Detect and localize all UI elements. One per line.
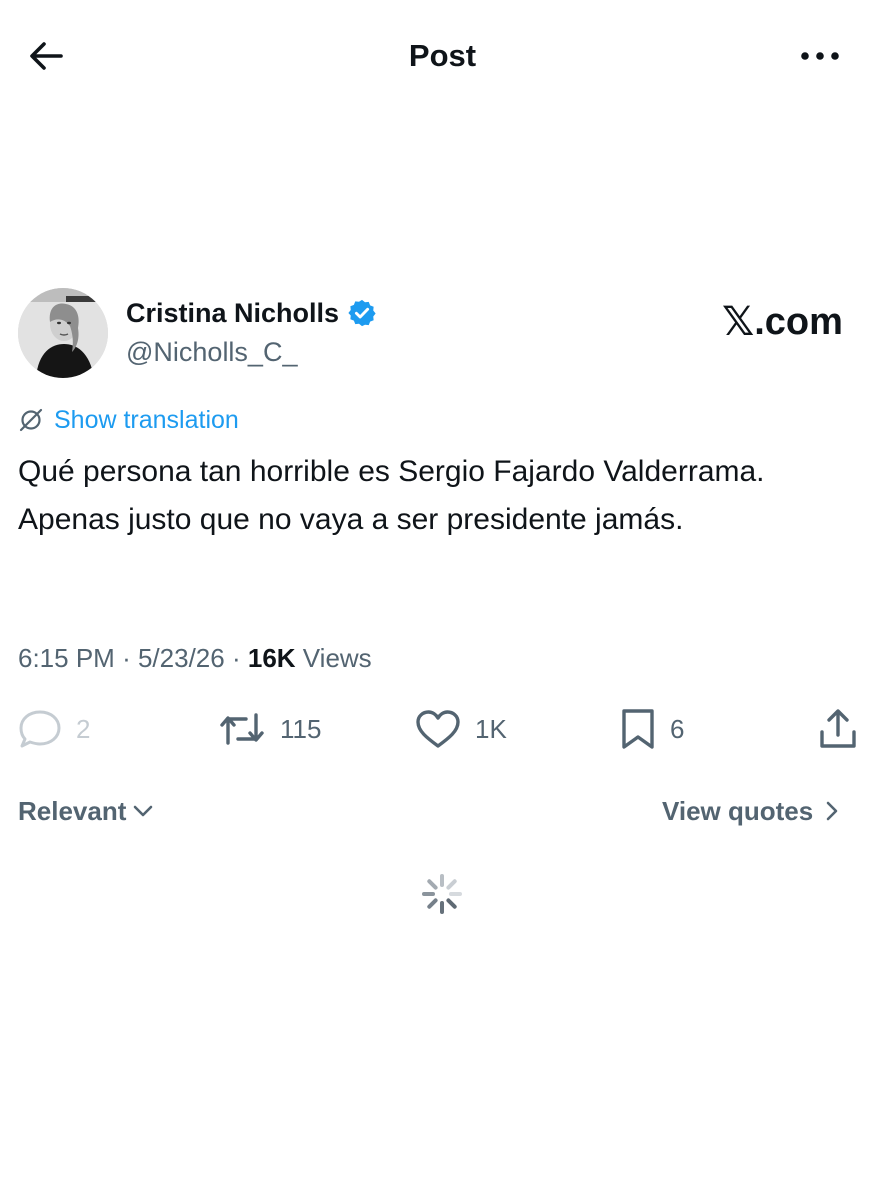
author-name: Cristina Nicholls [126, 298, 340, 328]
repost-button[interactable]: 115 [218, 704, 321, 754]
repost-count: 115 [280, 714, 322, 744]
post-meta: 6:15 PM · 5/23/26 · 16K Views [18, 640, 372, 676]
reply-button[interactable]: 2 [18, 704, 90, 754]
repost-icon [220, 713, 264, 745]
page-title: Post [408, 38, 477, 73]
brand-suffix: .com [754, 301, 843, 343]
show-translation-label: Show translation [54, 406, 239, 434]
avatar[interactable] [18, 288, 108, 378]
views-count: 16K [247, 643, 296, 673]
view-quotes-label: View quotes [662, 796, 814, 826]
reply-icon [19, 710, 61, 748]
views-label: Views [302, 643, 372, 673]
relevant-sort-dropdown[interactable]: Relevant [18, 794, 154, 828]
share-icon [820, 709, 856, 748]
show-translation-link[interactable]: Show translation [18, 404, 239, 436]
brand-logo: 𝕏 .com [722, 300, 843, 344]
author-name-row[interactable]: Cristina Nicholls [126, 296, 377, 330]
more-horizontal-icon [801, 52, 839, 60]
x-logo-icon: 𝕏 [722, 299, 755, 345]
verified-badge-icon [348, 299, 376, 327]
more-options-button[interactable] [790, 34, 850, 78]
heart-icon [416, 710, 460, 748]
meta-separator: · [231, 643, 241, 673]
chevron-down-icon [134, 805, 153, 817]
author-handle[interactable]: @Nicholls_C_ [126, 335, 297, 369]
like-button[interactable]: 1K [415, 704, 507, 754]
post-time[interactable]: 6:15 PM [18, 643, 115, 673]
globe-slash-icon [19, 408, 43, 432]
reply-count: 2 [76, 714, 91, 744]
post-text: Qué persona tan horrible es Sergio Fajar… [18, 455, 765, 536]
meta-separator: · [122, 643, 131, 673]
like-count: 1K [475, 714, 507, 744]
post-date[interactable]: 5/23/26 [138, 643, 225, 673]
bookmark-icon [622, 709, 654, 749]
view-quotes-link[interactable]: View quotes [662, 794, 839, 828]
bookmark-count: 6 [670, 714, 685, 744]
share-button[interactable] [818, 704, 858, 754]
bookmark-button[interactable]: 6 [620, 704, 684, 754]
avatar-photo [18, 288, 108, 378]
loading-spinner-icon [422, 874, 462, 914]
relevant-label: Relevant [18, 796, 127, 826]
chevron-right-icon [826, 801, 838, 821]
